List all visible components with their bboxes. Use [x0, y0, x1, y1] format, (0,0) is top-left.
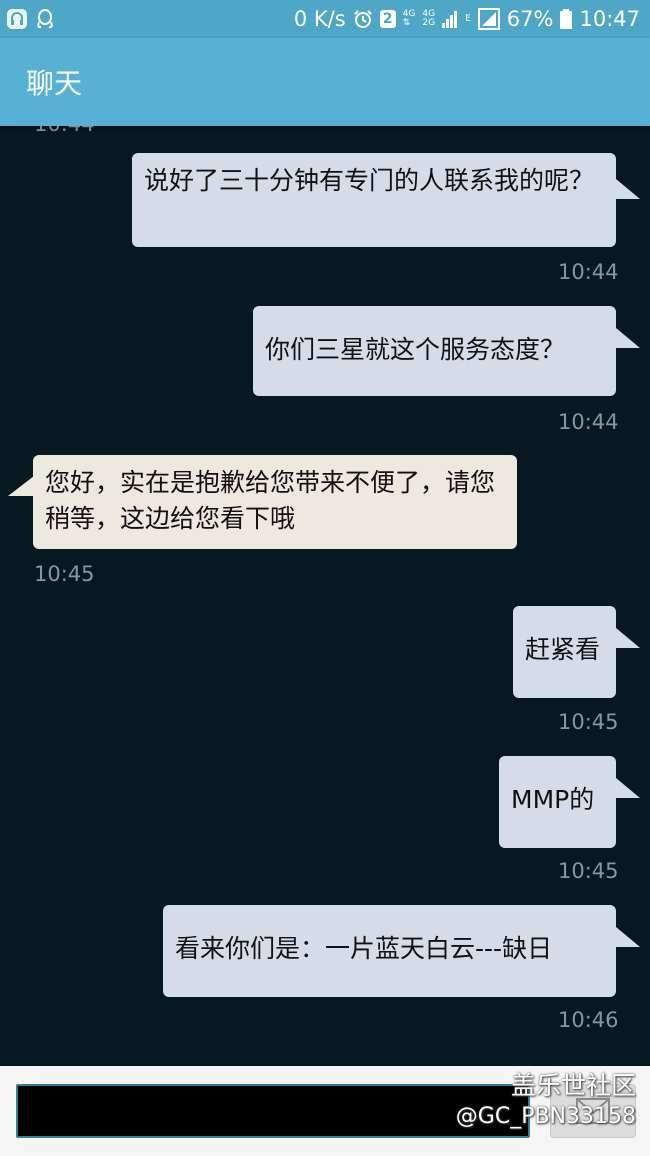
watermark-handle: @GC_PBN33158	[455, 1104, 636, 1129]
signal-icon-2	[477, 8, 500, 30]
message-timestamp: 10:44	[558, 410, 619, 434]
network-4g2g-label: 4G 2G	[422, 9, 436, 28]
outgoing-message-bubble[interactable]: 说好了三十分钟有专门的人联系我的呢？	[132, 153, 616, 247]
network-4g-label: 4G ⇅	[402, 9, 416, 28]
watermark-title: 盖乐世社区	[510, 1071, 636, 1100]
message-timestamp: 10:45	[558, 710, 619, 734]
message-timestamp: 10:46	[558, 1008, 619, 1032]
network-speed: 0 K/s	[293, 7, 346, 31]
message-timestamp: 10:44	[34, 126, 95, 136]
outgoing-message-bubble[interactable]: 赶紧看	[513, 606, 616, 698]
bubble-tail	[616, 328, 640, 348]
chat-message-list[interactable]: 10:44 说好了三十分钟有专门的人联系我的呢？ 10:44 你们三星就这个服务…	[0, 126, 650, 1066]
message-text: 看来你们是：一片蓝天白云---缺日	[175, 934, 553, 963]
incoming-message-bubble[interactable]: 您好，实在是抱歉给您带来不便了，请您稍等，这边给您看下哦	[33, 455, 517, 549]
app-header: 聊天	[0, 38, 650, 126]
signal-icon	[442, 10, 458, 28]
qq-penguin-icon	[36, 8, 54, 30]
message-timestamp: 10:44	[558, 260, 619, 284]
message-input[interactable]	[16, 1084, 530, 1138]
outgoing-message-bubble[interactable]: 看来你们是：一片蓝天白云---缺日	[163, 905, 616, 997]
message-timestamp: 10:45	[558, 859, 619, 883]
message-text: 说好了三十分钟有专门的人联系我的呢？	[144, 166, 595, 195]
headset-app-icon	[6, 8, 28, 30]
battery-icon	[560, 9, 573, 29]
bubble-tail	[616, 179, 640, 199]
outgoing-message-bubble[interactable]: MMP的	[499, 756, 616, 848]
bubble-tail	[616, 628, 640, 648]
bubble-tail	[616, 927, 640, 947]
sim-badge: 2	[379, 10, 396, 28]
e-network-label: E	[465, 13, 471, 24]
page-title: 聊天	[26, 67, 83, 100]
message-text: 您好，实在是抱歉给您带来不便了，请您稍等，这边给您看下哦	[45, 468, 496, 533]
message-text: MMP的	[511, 785, 595, 814]
message-text: 赶紧看	[525, 635, 601, 664]
clock: 10:47	[579, 7, 640, 31]
alarm-icon	[353, 9, 373, 29]
bubble-tail	[8, 476, 34, 496]
bubble-tail	[616, 778, 640, 798]
outgoing-message-bubble[interactable]: 你们三星就这个服务态度？	[253, 306, 616, 396]
message-timestamp: 10:45	[34, 562, 95, 586]
message-text: 你们三星就这个服务态度？	[265, 335, 566, 364]
status-bar: 0 K/s 2 4G ⇅ 4G 2G E 67% 10:47	[0, 0, 650, 38]
battery-percent: 67%	[506, 7, 554, 31]
